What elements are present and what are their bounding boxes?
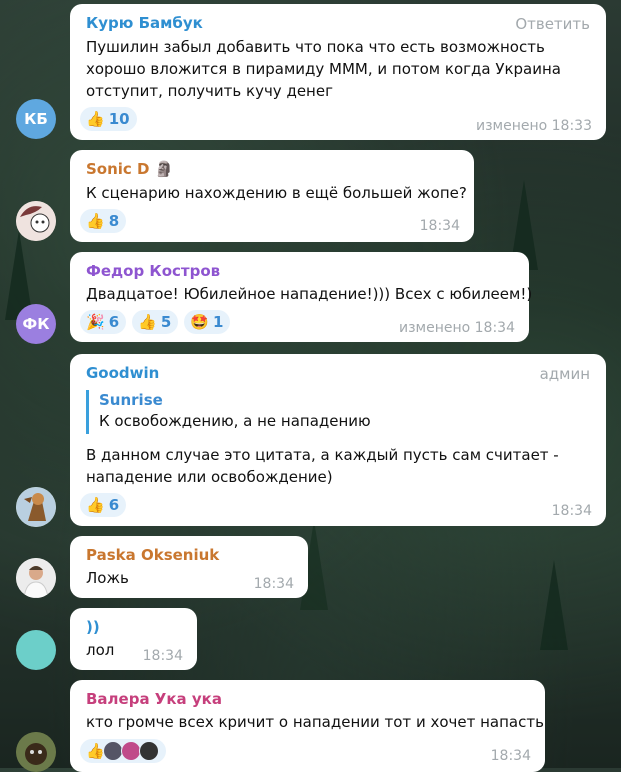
reaction-count: 10 <box>108 110 130 128</box>
message-line: Пушилин забыл добавить что пока что есть… <box>86 38 545 56</box>
message-bubble[interactable]: Федор Костров Двадцатое! Юбилейное напад… <box>70 252 533 342</box>
reaction-thumbs-up[interactable]: 👍 8 <box>80 209 127 233</box>
avatar[interactable] <box>16 201 56 241</box>
character-icon <box>16 487 56 527</box>
avatar[interactable] <box>16 487 56 527</box>
message-bubble[interactable]: )) лол 18:34 <box>70 608 197 670</box>
reaction-count: 1 <box>212 313 224 331</box>
avatar[interactable]: ФК <box>16 304 56 344</box>
reactions: 👍 8 <box>80 209 127 233</box>
quote-author: Sunrise <box>99 391 163 409</box>
reaction-thumbs-up[interactable]: 👍 6 <box>80 493 127 517</box>
message-line: нападение или освобождение) <box>86 468 333 486</box>
message-line: В данном случае это цитата, а каждый пус… <box>86 446 559 464</box>
reactions: 👍 6 <box>80 493 127 517</box>
avatar[interactable]: КБ <box>16 99 56 139</box>
reaction-party[interactable]: 🎉 6 <box>80 310 127 334</box>
reactor-avatar <box>120 741 141 761</box>
message-bubble[interactable]: Sonic D 🗿 К сценарию нахождению в ещё бо… <box>70 150 474 242</box>
sender-name[interactable]: Валера Ука ука <box>86 690 222 708</box>
sender-name[interactable]: Курю Бамбук <box>86 14 203 32</box>
message-text: лол <box>86 641 115 659</box>
message-text: Двадцатое! Юбилейное нападение!))) Всех … <box>86 285 533 303</box>
avatar[interactable] <box>16 630 56 670</box>
reaction-count: 6 <box>108 496 120 514</box>
reactor-avatar <box>102 741 123 761</box>
message-bubble[interactable]: Goodwin админ Sunrise К освобождению, а … <box>70 354 606 526</box>
thumbs-up-icon: 👍 <box>86 496 105 514</box>
reaction-count: 6 <box>108 313 120 331</box>
reply-link[interactable]: Ответить <box>515 15 590 33</box>
quote-text: К освобождению, а не нападению <box>99 412 371 430</box>
message-text: К сценарию нахождению в ещё большей жопе… <box>86 184 467 202</box>
reaction-thumbs-up[interactable]: 👍 10 <box>80 107 137 131</box>
party-popper-icon: 🎉 <box>86 313 105 331</box>
reactions: 👍 10 <box>80 107 137 131</box>
message-time: 18:34 <box>551 503 592 519</box>
reactor-avatar <box>138 741 159 761</box>
sender-name[interactable]: )) <box>86 618 100 636</box>
message-line: отступит, получить кучу денег <box>86 82 333 100</box>
message-text: В данном случае это цитата, а каждый пус… <box>86 444 559 488</box>
background-tree <box>540 560 568 650</box>
message-text: Ложь <box>86 569 129 587</box>
reactions: 👍 <box>80 739 166 763</box>
reaction-count: 8 <box>108 212 120 230</box>
message-bubble[interactable]: Валера Ука ука кто громче всех кричит о … <box>70 680 545 772</box>
sender-name[interactable]: Paska Okseniuk <box>86 546 219 564</box>
sender-name[interactable]: Sonic D 🗿 <box>86 160 173 178</box>
message-bubble[interactable]: Курю Бамбук Ответить Пушилин забыл добав… <box>70 4 606 140</box>
message-time: 18:34 <box>142 648 183 664</box>
reaction-count: 5 <box>160 313 172 331</box>
message-text: Пушилин забыл добавить что пока что есть… <box>86 36 561 102</box>
message-text: кто громче всех кричит о нападении тот и… <box>86 713 544 731</box>
avatar[interactable] <box>16 558 56 598</box>
reaction-thumbs-up[interactable]: 👍 5 <box>132 310 179 334</box>
thumbs-up-icon: 👍 <box>86 212 105 230</box>
sender-name[interactable]: Федор Костров <box>86 262 220 280</box>
message-time: 18:34 <box>253 576 294 592</box>
moai-icon: 🗿 <box>154 160 174 178</box>
message-bubble[interactable]: Paska Okseniuk Ложь 18:34 <box>70 536 308 598</box>
star-struck-icon: 🤩 <box>190 313 209 331</box>
reaction-thumbs-up[interactable]: 👍 <box>80 739 166 763</box>
thumbs-up-icon: 👍 <box>138 313 157 331</box>
monkey-icon <box>16 732 56 772</box>
thumbs-up-icon: 👍 <box>86 742 105 760</box>
cartoon-face-icon <box>16 201 56 241</box>
sender-name[interactable]: Goodwin <box>86 364 159 382</box>
reply-quote[interactable]: Sunrise К освобождению, а не нападению <box>86 390 371 434</box>
avatar[interactable] <box>16 732 56 772</box>
reaction-star-struck[interactable]: 🤩 1 <box>184 310 231 334</box>
message-time: изменено 18:34 <box>399 320 515 336</box>
person-icon <box>16 558 56 598</box>
admin-badge: админ <box>539 365 590 383</box>
message-time: 18:34 <box>419 218 460 234</box>
message-time: 18:34 <box>490 748 531 764</box>
message-line: хорошо вложится в пирамиду МММ, и потом … <box>86 60 561 78</box>
message-time: изменено 18:33 <box>476 118 592 134</box>
thumbs-up-icon: 👍 <box>86 110 105 128</box>
reactions: 🎉 6 👍 5 🤩 1 <box>80 310 231 334</box>
